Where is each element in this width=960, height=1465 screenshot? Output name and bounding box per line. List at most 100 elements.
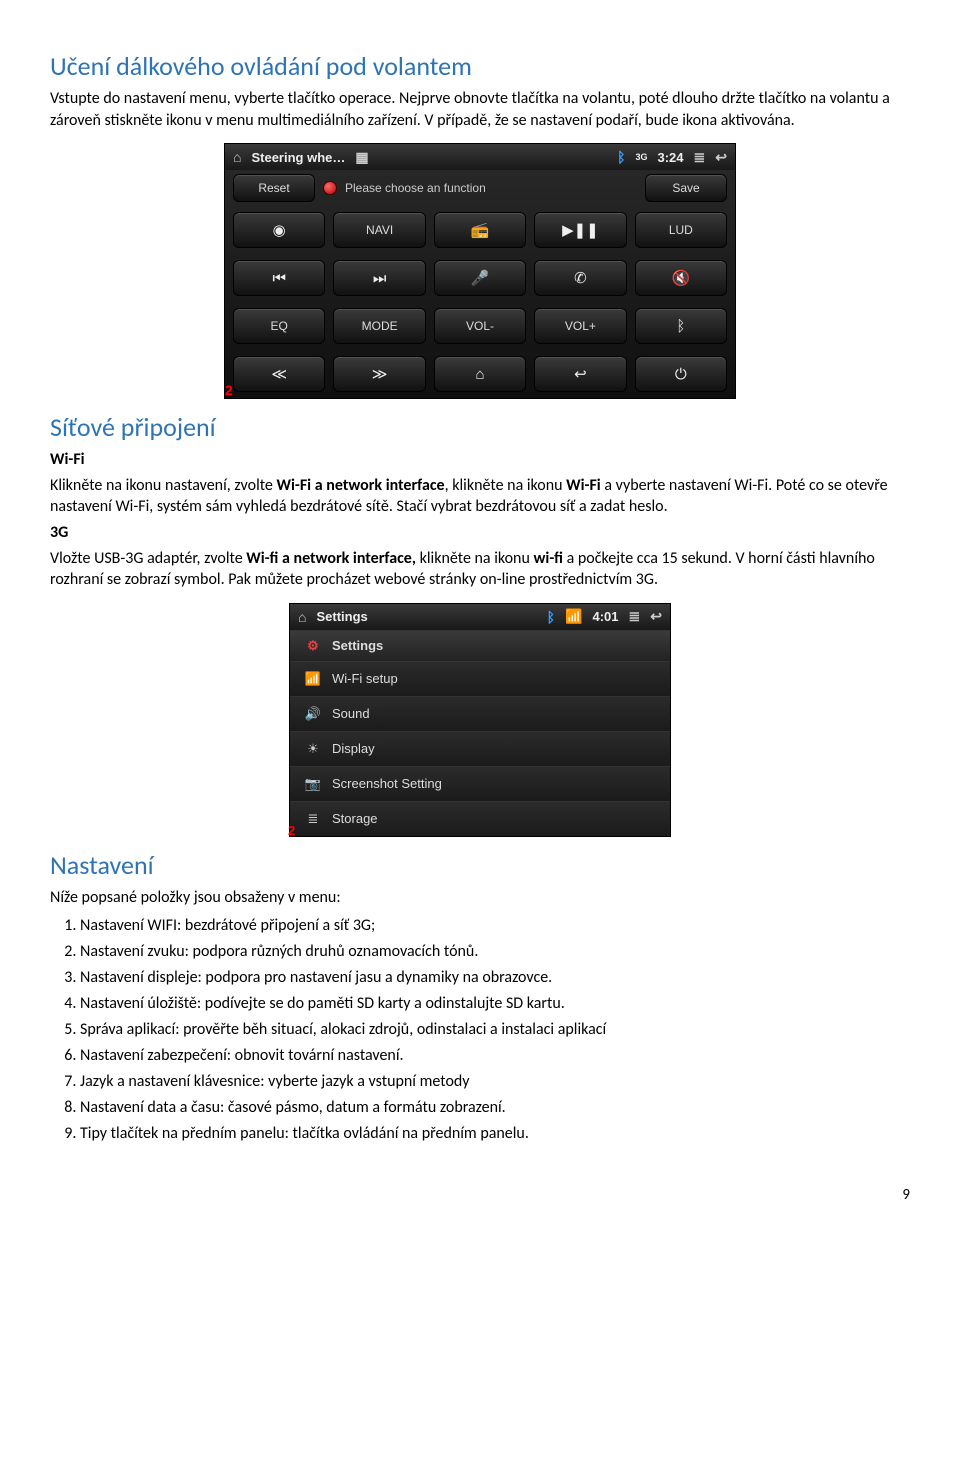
settings-intro: Níže popsané položky jsou obsaženy v men… <box>50 887 910 909</box>
display-item-icon: ☀ <box>304 741 322 757</box>
status-title-2: Settings <box>316 609 367 624</box>
bt-button[interactable]: ᛒ <box>635 308 727 344</box>
double-left-icon: ≪ <box>271 365 287 383</box>
play-pause-icon: ▶❚❚ <box>562 221 599 239</box>
play-pause-button[interactable]: ▶❚❚ <box>534 212 626 248</box>
home-button[interactable]: ⌂ <box>434 356 526 392</box>
steering-paragraph: Vstupte do nastavení menu, vyberte tlačí… <box>50 88 910 131</box>
home-icon: ⌂ <box>233 149 241 165</box>
list-icon: ≣ <box>694 149 706 166</box>
instruction-label: Please choose an function <box>323 181 637 195</box>
knob-icon: ◉ <box>273 221 286 239</box>
settings-list: ⚙ Settings 📶 Wi-Fi setup 🔊 Sound ☀ Displ… <box>290 630 670 836</box>
top-controls: Reset Please choose an function Save <box>225 170 735 206</box>
instruction-text: Please choose an function <box>345 181 486 195</box>
power-button[interactable]: ⏻ <box>635 356 727 392</box>
mute-icon: 🔇 <box>671 269 690 287</box>
heading-steering: Učení dálkového ovládání pod volantem <box>50 50 910 82</box>
back-button[interactable]: ↩ <box>534 356 626 392</box>
wifi-subheading: Wi-Fi <box>50 449 910 471</box>
list-item: Nastavení WIFI: bezdrátové připojení a s… <box>80 914 910 938</box>
list-item: Nastavení displeje: podpora pro nastaven… <box>80 966 910 990</box>
radio-icon-button[interactable]: ◉ <box>233 212 325 248</box>
red-page-badge: 2 <box>225 382 233 398</box>
wifi-item-icon: 📶 <box>304 671 322 687</box>
red-page-badge-2: 2 <box>288 823 295 838</box>
heading-settings: Nastavení <box>50 849 910 881</box>
prev-track-button[interactable]: ⏮ <box>233 260 325 296</box>
reset-button[interactable]: Reset <box>233 174 315 202</box>
next-track-button[interactable]: ⏭ <box>333 260 425 296</box>
list-item: Nastavení úložiště: podívejte se do pamě… <box>80 992 910 1016</box>
power-icon: ⏻ <box>675 366 687 383</box>
bluetooth-icon: ᛒ <box>547 609 555 625</box>
g3-paragraph: Vložte USB-3G adaptér, zvolte Wi-fi a ne… <box>50 548 910 591</box>
back-10-button[interactable]: ≪ <box>233 356 325 392</box>
home-icon: ⌂ <box>298 609 306 625</box>
fm-icon: 📻 <box>471 221 490 239</box>
settings-device-screenshot: ⌂ Settings ᛒ 📶 4:01 ≣ ↩ ⚙ Settings 📶 Wi-… <box>289 603 671 837</box>
page-number: 9 <box>50 1186 910 1204</box>
house-icon: ⌂ <box>475 366 484 383</box>
list-icon: ≣ <box>629 608 641 625</box>
fm-icon-button[interactable]: 📻 <box>434 212 526 248</box>
vol-plus-button[interactable]: VOL+ <box>534 308 626 344</box>
status-bar: ⌂ Steering whe… ▦ ᛒ 3G 3:24 ≣ ↩ <box>225 144 735 170</box>
phone-icon: ✆ <box>574 269 587 287</box>
navi-button[interactable]: NAVI <box>333 212 425 248</box>
list-item: Nastavení zvuku: podpora různých druhů o… <box>80 940 910 964</box>
eq-button[interactable]: EQ <box>233 308 325 344</box>
settings-item-storage[interactable]: ≣ Storage <box>290 801 670 836</box>
btn-row-4: EQ MODE VOL- VOL+ ᛒ <box>225 302 735 350</box>
next-track-icon: ⏭ <box>373 270 387 287</box>
gear-icon: ⚙ <box>304 638 322 654</box>
g3-subheading: 3G <box>50 522 910 544</box>
vol-minus-button[interactable]: VOL- <box>434 308 526 344</box>
settings-item-screenshot[interactable]: 📷 Screenshot Setting <box>290 766 670 801</box>
settings-item-wifi[interactable]: 📶 Wi-Fi setup <box>290 661 670 696</box>
list-item: Nastavení data a času: časové pásmo, dat… <box>80 1096 910 1120</box>
wifi-paragraph: Klikněte na ikonu nastavení, zvolte Wi-F… <box>50 475 910 518</box>
settings-list-ol: Nastavení WIFI: bezdrátové připojení a s… <box>80 914 910 1146</box>
bluetooth-btn-icon: ᛒ <box>676 318 685 335</box>
status-time-2: 4:01 <box>593 609 619 624</box>
phone-button[interactable]: ✆ <box>534 260 626 296</box>
list-item: Tipy tlačítek na předním panelu: tlačítk… <box>80 1122 910 1146</box>
status-bar-2: ⌂ Settings ᛒ 📶 4:01 ≣ ↩ <box>290 604 670 630</box>
status-title: Steering whe… <box>251 150 345 165</box>
save-button[interactable]: Save <box>645 174 727 202</box>
settings-item-sound[interactable]: 🔊 Sound <box>290 696 670 731</box>
sound-item-icon: 🔊 <box>304 706 322 722</box>
settings-item-label: Display <box>332 741 375 756</box>
double-right-icon: ≫ <box>372 365 388 383</box>
wifi-icon: 📶 <box>565 608 582 625</box>
heading-network: Síťové připojení <box>50 411 910 443</box>
voice-button[interactable]: 🎤 <box>434 260 526 296</box>
return-icon: ↩ <box>650 608 662 625</box>
settings-header: ⚙ Settings <box>290 630 670 661</box>
network-3g-icon: 3G <box>635 152 647 162</box>
camera-item-icon: 📷 <box>304 776 322 792</box>
bluetooth-icon: ᛒ <box>617 149 625 165</box>
mute-button[interactable]: 🔇 <box>635 260 727 296</box>
mic-icon: 🎤 <box>471 269 490 287</box>
list-item: Jazyk a nastavení klávesnice: vyberte ja… <box>80 1070 910 1094</box>
mode-button[interactable]: MODE <box>333 308 425 344</box>
settings-item-label: Wi-Fi setup <box>332 671 398 686</box>
settings-item-label: Screenshot Setting <box>332 776 442 791</box>
btn-row-2: ◉ NAVI 📻 ▶❚❚ LUD <box>225 206 735 254</box>
settings-item-display[interactable]: ☀ Display <box>290 731 670 766</box>
record-icon <box>323 181 337 195</box>
steering-wheel-device-screenshot: ⌂ Steering whe… ▦ ᛒ 3G 3:24 ≣ ↩ Reset Pl… <box>224 143 736 399</box>
btn-row-5: ≪ ≫ ⌂ ↩ ⏻ <box>225 350 735 398</box>
settings-header-label: Settings <box>332 638 383 653</box>
return-icon: ↩ <box>715 149 727 166</box>
back-arrow-icon: ↩ <box>574 365 587 383</box>
list-item: Nastavení zabezpečení: obnovit tovární n… <box>80 1044 910 1068</box>
fwd-10-button[interactable]: ≫ <box>333 356 425 392</box>
prev-track-icon: ⏮ <box>272 270 286 287</box>
btn-row-3: ⏮ ⏭ 🎤 ✆ 🔇 <box>225 254 735 302</box>
lud-button[interactable]: LUD <box>635 212 727 248</box>
storage-item-icon: ≣ <box>304 811 322 827</box>
status-time: 3:24 <box>658 150 684 165</box>
